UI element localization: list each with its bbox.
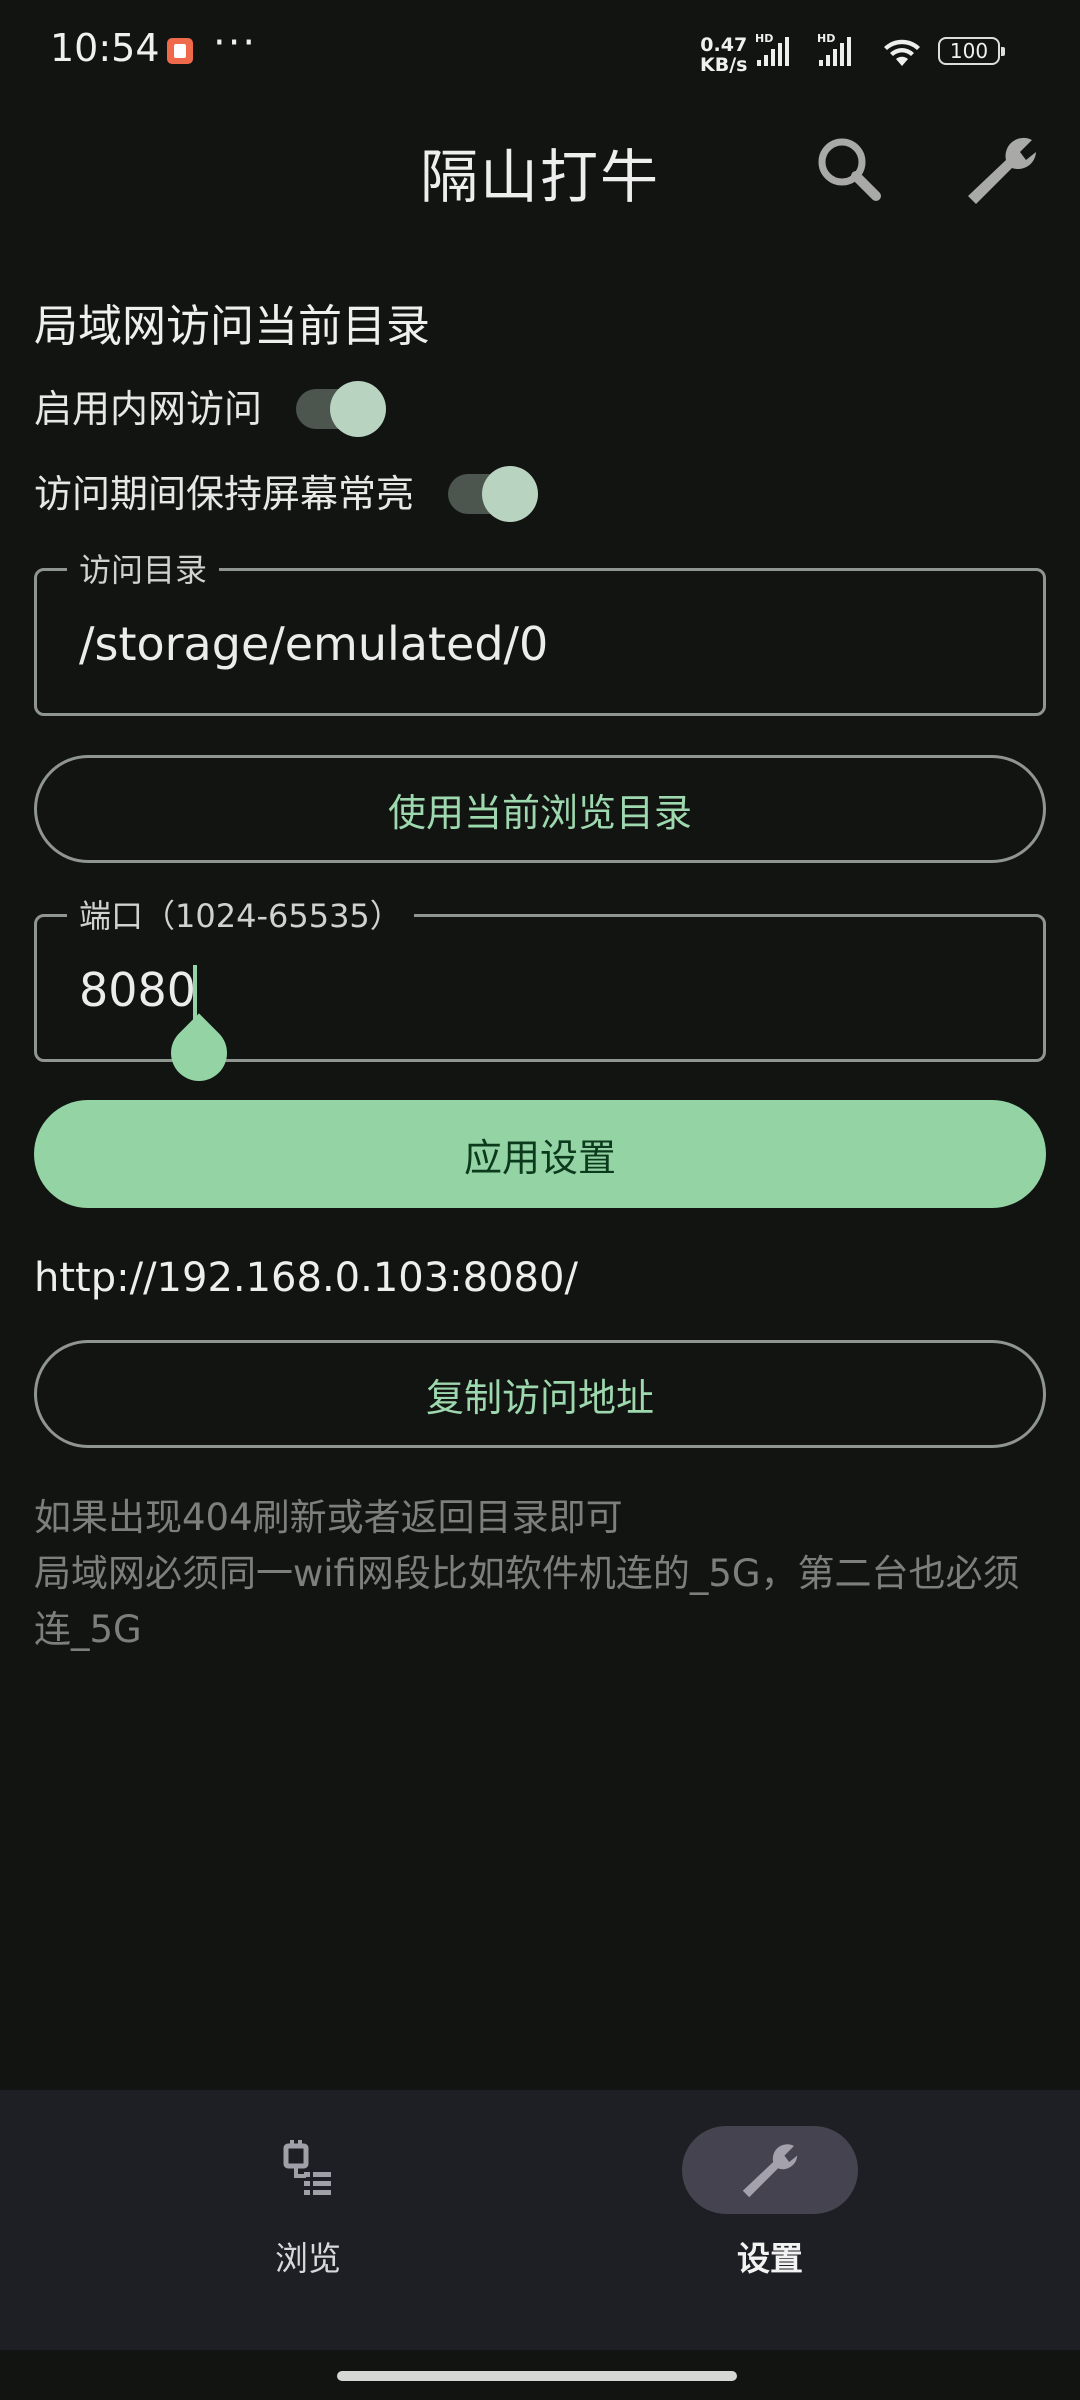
toggle-thumb xyxy=(330,380,387,437)
copy-url-button[interactable]: 复制访问地址 xyxy=(34,1340,1046,1448)
directory-field-value[interactable]: /storage/emulated/0 xyxy=(79,617,548,671)
nav-label-browse: 浏览 xyxy=(275,2239,341,2278)
keep-screen-on-label: 访问期间保持屏幕常亮 xyxy=(34,472,415,516)
battery-icon: 100 xyxy=(938,37,1005,65)
port-field[interactable]: 端口（1024-65535） 8080 xyxy=(34,891,1046,1093)
hint-line: 如果出现404刷新或者返回目录即可 xyxy=(34,1496,623,1539)
search-button[interactable] xyxy=(810,130,890,210)
text-cursor xyxy=(193,965,197,1021)
directory-field-label: 访问目录 xyxy=(67,545,220,591)
enable-lan-row: 启用内网访问 xyxy=(34,378,387,437)
nav-pill-selected xyxy=(682,2126,858,2214)
more-notifications-icon: ··· xyxy=(213,20,258,66)
enable-lan-label: 启用内网访问 xyxy=(34,387,263,431)
home-indicator[interactable] xyxy=(337,2371,737,2381)
search-icon xyxy=(818,138,881,201)
network-speed: 0.47 KB/s xyxy=(700,34,748,76)
bottom-navigation: 浏览 设置 xyxy=(0,2090,1080,2350)
port-field-label: 端口（1024-65535） xyxy=(67,891,414,937)
nav-label-settings: 设置 xyxy=(737,2239,803,2278)
hint-line: 局域网必须同一wifi网段比如软件机连的_5G，第二台也必须连_5G xyxy=(34,1552,1020,1651)
app-title: 隔山打牛 xyxy=(419,143,660,211)
keep-screen-on-row: 访问期间保持屏幕常亮 xyxy=(34,463,539,522)
svg-text:HD: HD xyxy=(755,32,773,45)
apply-settings-button[interactable]: 应用设置 xyxy=(34,1100,1046,1208)
wifi-icon xyxy=(884,39,920,66)
signal-wifi-icons: HD HD xyxy=(755,32,920,66)
nav-item-settings[interactable]: 设置 xyxy=(620,2126,920,2280)
settings-button[interactable] xyxy=(962,130,1042,210)
access-url: http://192.168.0.103:8080/ xyxy=(34,1255,578,1301)
wrench-icon xyxy=(742,2144,798,2198)
enable-lan-toggle[interactable] xyxy=(296,380,387,437)
status-bar: 10:54 ··· 0.47 KB/s HD HD 100 xyxy=(0,0,1080,100)
toggle-thumb xyxy=(482,465,539,522)
hint-text: 如果出现404刷新或者返回目录即可 局域网必须同一wifi网段比如软件机连的_5… xyxy=(34,1490,1054,1658)
wrench-icon xyxy=(968,137,1036,204)
hd-signal-icon: HD xyxy=(755,32,789,66)
app-bar: 隔山打牛 xyxy=(0,100,1080,240)
svg-text:HD: HD xyxy=(817,32,835,45)
status-time: 10:54 xyxy=(50,26,160,70)
directory-field[interactable]: 访问目录 /storage/emulated/0 xyxy=(34,545,1046,716)
hd-signal-icon: HD xyxy=(817,32,851,66)
notification-app-icon xyxy=(167,38,193,64)
cursor-handle[interactable] xyxy=(159,1013,239,1093)
browse-icon xyxy=(283,2140,331,2195)
keep-screen-on-toggle[interactable] xyxy=(448,465,539,522)
port-field-value[interactable]: 8080 xyxy=(79,963,196,1017)
nav-item-browse[interactable]: 浏览 xyxy=(158,2126,458,2280)
use-current-directory-button[interactable]: 使用当前浏览目录 xyxy=(34,755,1046,863)
lan-section-title: 局域网访问当前目录 xyxy=(34,301,430,352)
nav-pill xyxy=(220,2126,396,2214)
